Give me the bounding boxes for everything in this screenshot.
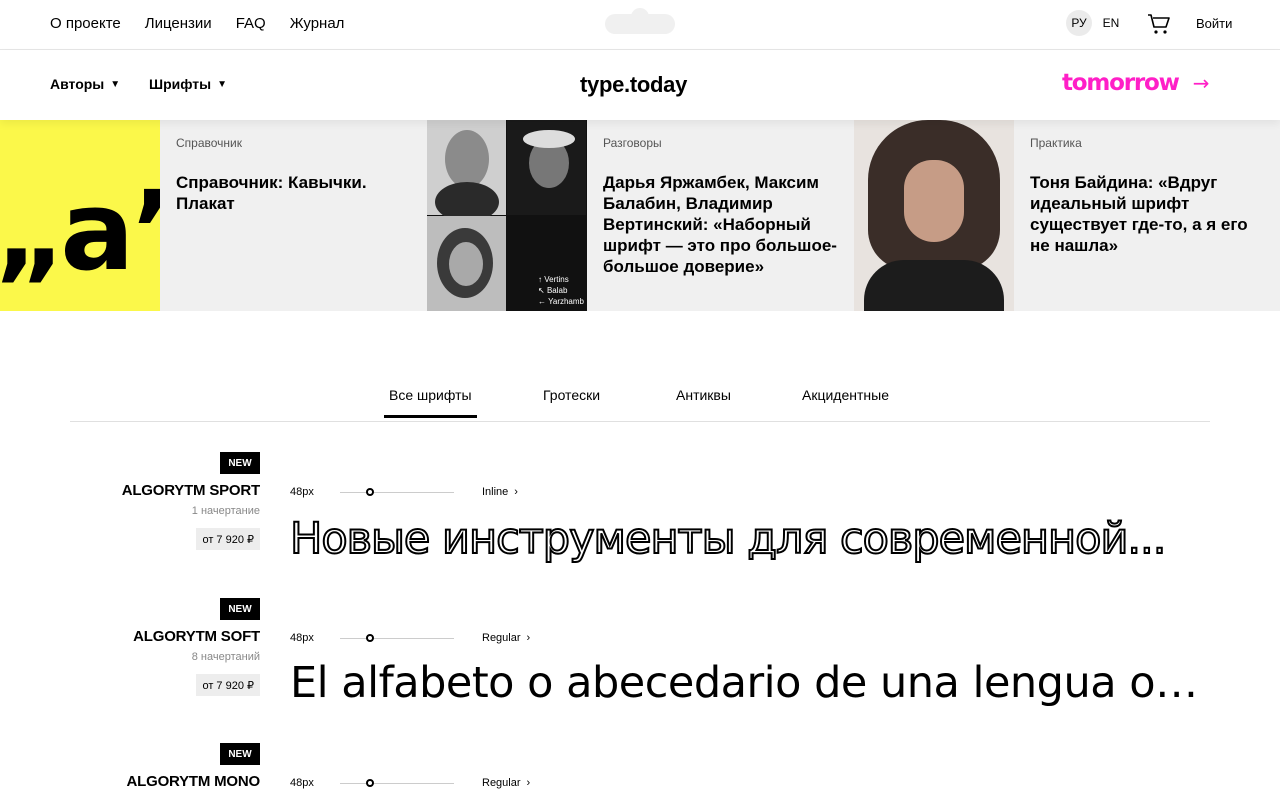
tomorrow-label: tomorrow xyxy=(1062,70,1180,96)
tomorrow-link[interactable]: tomorrow → xyxy=(1062,70,1209,96)
fonts-dropdown[interactable]: Шрифты ▼ xyxy=(149,76,227,92)
font-row-algorytm-mono: NEW ALGORYTM MONO 48px Regular › xyxy=(0,743,1280,800)
feature-title: Справочник: Кавычки. Плакат xyxy=(176,173,367,213)
size-value: 48px xyxy=(290,777,314,789)
new-badge: NEW xyxy=(220,452,260,474)
size-slider[interactable] xyxy=(340,488,454,496)
font-name[interactable]: ALGORYTM SPORT xyxy=(122,482,261,499)
portrait-face xyxy=(449,242,483,286)
chevron-right-icon: › xyxy=(514,486,518,498)
fonts-label: Шрифты xyxy=(149,76,212,92)
chevron-right-icon: › xyxy=(526,632,531,644)
placeholder-pill xyxy=(605,8,675,34)
tab-display[interactable]: Акцидентные xyxy=(802,387,889,403)
top-nav: О проекте Лицензии FAQ Журнал xyxy=(50,15,344,32)
style-value: Regular xyxy=(482,632,521,644)
quotes-poster-text: „a” xyxy=(0,167,160,295)
lang-en-button[interactable]: EN xyxy=(1098,10,1124,36)
size-value: 48px xyxy=(290,632,314,644)
cart-icon[interactable] xyxy=(1147,12,1171,36)
feature-title: Дарья Яржамбек, Максим Балабин, Владимир… xyxy=(603,173,837,276)
font-sample-text[interactable]: Новые инструменты для современной... xyxy=(290,514,1210,564)
font-styles-count: 8 начертаний xyxy=(191,651,260,663)
tab-grotesques[interactable]: Гротески xyxy=(543,387,600,403)
slider-handle[interactable] xyxy=(366,634,374,642)
tab-antiquas[interactable]: Антиквы xyxy=(676,387,731,403)
quotes-poster-image: „a” xyxy=(0,120,160,311)
site-logo[interactable]: type.today xyxy=(580,72,687,98)
photo-label: ↖ Balab xyxy=(538,286,568,295)
portrait-face xyxy=(445,130,489,188)
photo-quadrant xyxy=(427,216,506,311)
font-category-tabs: Все шрифты Гротески Антиквы Акцидентные xyxy=(70,378,1210,422)
portrait-photo xyxy=(854,120,1014,311)
portrait-body xyxy=(864,260,1004,311)
nav-link-faq[interactable]: FAQ xyxy=(236,15,266,32)
portrait-face xyxy=(904,160,964,242)
authors-dropdown[interactable]: Авторы ▼ xyxy=(50,76,120,92)
conversation-photo-grid: ↑ Vertins ↖ Balab ← Yarzhamb xyxy=(427,120,587,311)
feature-card-quotes[interactable]: „a” Справочник Справочник: Кавычки. Плак… xyxy=(0,120,427,311)
photo-quadrant xyxy=(507,120,586,215)
photo-quadrant xyxy=(427,120,506,222)
nav-link-about[interactable]: О проекте xyxy=(50,15,121,32)
photo-label: ↑ Vertins xyxy=(538,275,569,284)
feature-cards: „a” Справочник Справочник: Кавычки. Плак… xyxy=(0,120,1280,311)
style-value: Regular xyxy=(482,777,521,789)
chevron-down-icon: ▼ xyxy=(217,78,228,90)
new-badge: NEW xyxy=(220,598,260,620)
feature-category: Справочник xyxy=(176,136,242,150)
photo-quadrant: ↑ Vertins ↖ Balab ← Yarzhamb xyxy=(507,216,586,311)
feature-category: Практика xyxy=(1030,136,1082,150)
photo-label: ← Yarzhamb xyxy=(538,297,584,306)
font-row-algorytm-sport: NEW ALGORYTM SPORT 1 начертание от 7 920… xyxy=(0,452,1280,582)
slider-handle[interactable] xyxy=(366,488,374,496)
chevron-down-icon: ▼ xyxy=(110,78,121,90)
style-select[interactable]: Regular › xyxy=(482,777,530,789)
top-bar: О проекте Лицензии FAQ Журнал РУ EN Войт… xyxy=(0,0,1280,50)
new-badge: NEW xyxy=(220,743,260,765)
font-name[interactable]: ALGORYTM MONO xyxy=(127,773,261,790)
language-switcher: РУ EN xyxy=(1066,10,1124,36)
style-select[interactable]: Inline › xyxy=(482,486,518,498)
font-row-algorytm-soft: NEW ALGORYTM SOFT 8 начертаний от 7 920 … xyxy=(0,598,1280,728)
feature-card-conversation[interactable]: ↑ Vertins ↖ Balab ← Yarzhamb Разговоры Д… xyxy=(427,120,854,311)
size-value: 48px xyxy=(290,486,314,498)
tab-all-fonts[interactable]: Все шрифты xyxy=(384,387,477,418)
font-sample-text[interactable]: El alfabeto o abecedario de una lengua o… xyxy=(290,658,1210,708)
slider-handle[interactable] xyxy=(366,779,374,787)
photo-labels: ↑ Vertins ↖ Balab ← Yarzhamb xyxy=(538,274,584,307)
lang-ru-button[interactable]: РУ xyxy=(1066,10,1092,36)
secondary-nav: Авторы ▼ Шрифты ▼ type.today tomorrow → xyxy=(0,50,1280,120)
font-name[interactable]: ALGORYTM SOFT xyxy=(133,628,260,645)
chevron-right-icon: › xyxy=(526,777,531,789)
login-link[interactable]: Войти xyxy=(1196,16,1232,31)
size-slider[interactable] xyxy=(340,634,454,642)
font-price[interactable]: от 7 920 ₽ xyxy=(196,528,260,550)
size-slider[interactable] xyxy=(340,779,454,787)
authors-label: Авторы xyxy=(50,76,105,92)
portrait-cap xyxy=(523,130,575,148)
nav-link-licenses[interactable]: Лицензии xyxy=(145,15,212,32)
feature-category: Разговоры xyxy=(603,136,662,150)
style-value: Inline xyxy=(482,486,509,498)
font-styles-count: 1 начертание xyxy=(191,505,260,517)
feature-card-practice[interactable]: Практика Тоня Байдина: «Вдруг идеальный … xyxy=(854,120,1280,311)
nav-link-journal[interactable]: Журнал xyxy=(290,15,345,32)
style-select[interactable]: Regular › xyxy=(482,632,530,644)
feature-title: Тоня Байдина: «Вдруг идеальный шрифт сущ… xyxy=(1030,173,1248,255)
arrow-right-icon: → xyxy=(1192,71,1210,95)
font-price[interactable]: от 7 920 ₽ xyxy=(196,674,260,696)
